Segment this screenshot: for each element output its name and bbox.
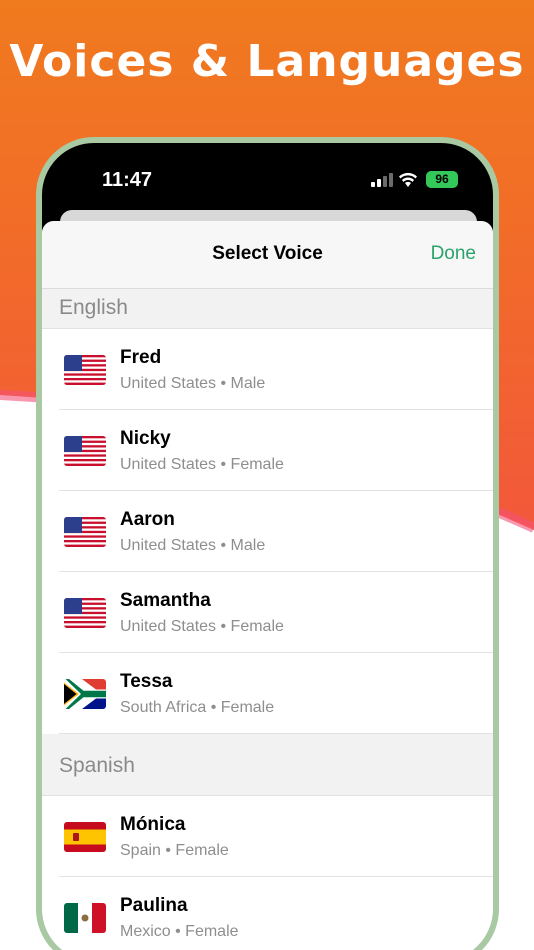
voice-detail: Mexico • Female (120, 923, 239, 940)
voice-name: Fred (120, 347, 162, 368)
sheet-title: Select Voice (212, 243, 323, 264)
voice-row-paulina[interactable]: Paulina Mexico • Female (42, 877, 493, 950)
phone-mockup: 11:47 96 Select Voice Done English Fred … (36, 137, 499, 950)
us-flag-icon (64, 517, 106, 547)
cellular-signal-icon (371, 173, 393, 187)
voice-name: Paulina (120, 895, 188, 916)
us-flag-icon (64, 436, 106, 466)
sheet-nav-bar: Select Voice Done (42, 221, 493, 289)
wifi-icon (399, 172, 417, 187)
voice-row-tessa[interactable]: Tessa South Africa • Female (42, 653, 493, 734)
done-button[interactable]: Done (431, 243, 476, 265)
voice-detail: South Africa • Female (120, 699, 275, 716)
battery-level: 96 (435, 172, 449, 186)
us-flag-icon (64, 598, 106, 628)
spain-flag-icon (64, 822, 106, 852)
voice-row-nicky[interactable]: Nicky United States • Female (42, 410, 493, 491)
voice-detail: Spain • Female (120, 842, 229, 859)
section-header-spanish: Spanish (42, 755, 493, 796)
us-flag-icon (64, 355, 106, 385)
status-time: 11:47 (102, 169, 153, 191)
voice-row-fred[interactable]: Fred United States • Male (42, 329, 493, 410)
section-header-english: English (42, 289, 493, 329)
voice-name: Aaron (120, 509, 175, 530)
section-gap (42, 734, 493, 756)
voice-detail: United States • Female (120, 618, 284, 635)
battery-icon: 96 (426, 171, 458, 188)
voice-row-aaron[interactable]: Aaron United States • Male (42, 491, 493, 572)
status-bar: 11:47 96 (42, 143, 493, 213)
voice-detail: United States • Female (120, 456, 284, 473)
mexico-flag-icon (64, 903, 106, 933)
voice-detail: United States • Male (120, 537, 266, 554)
voice-name: Nicky (120, 428, 171, 449)
voice-name: Mónica (120, 814, 186, 835)
voice-name: Tessa (120, 671, 173, 692)
select-voice-sheet: Select Voice Done English Fred United St… (42, 221, 493, 950)
south-africa-flag-icon (64, 679, 106, 709)
voice-name: Samantha (120, 590, 211, 611)
voice-detail: United States • Male (120, 375, 266, 392)
headline: Voices & Languages (9, 36, 525, 87)
voice-row-samantha[interactable]: Samantha United States • Female (42, 572, 493, 653)
voice-row-monica[interactable]: Mónica Spain • Female (42, 796, 493, 877)
